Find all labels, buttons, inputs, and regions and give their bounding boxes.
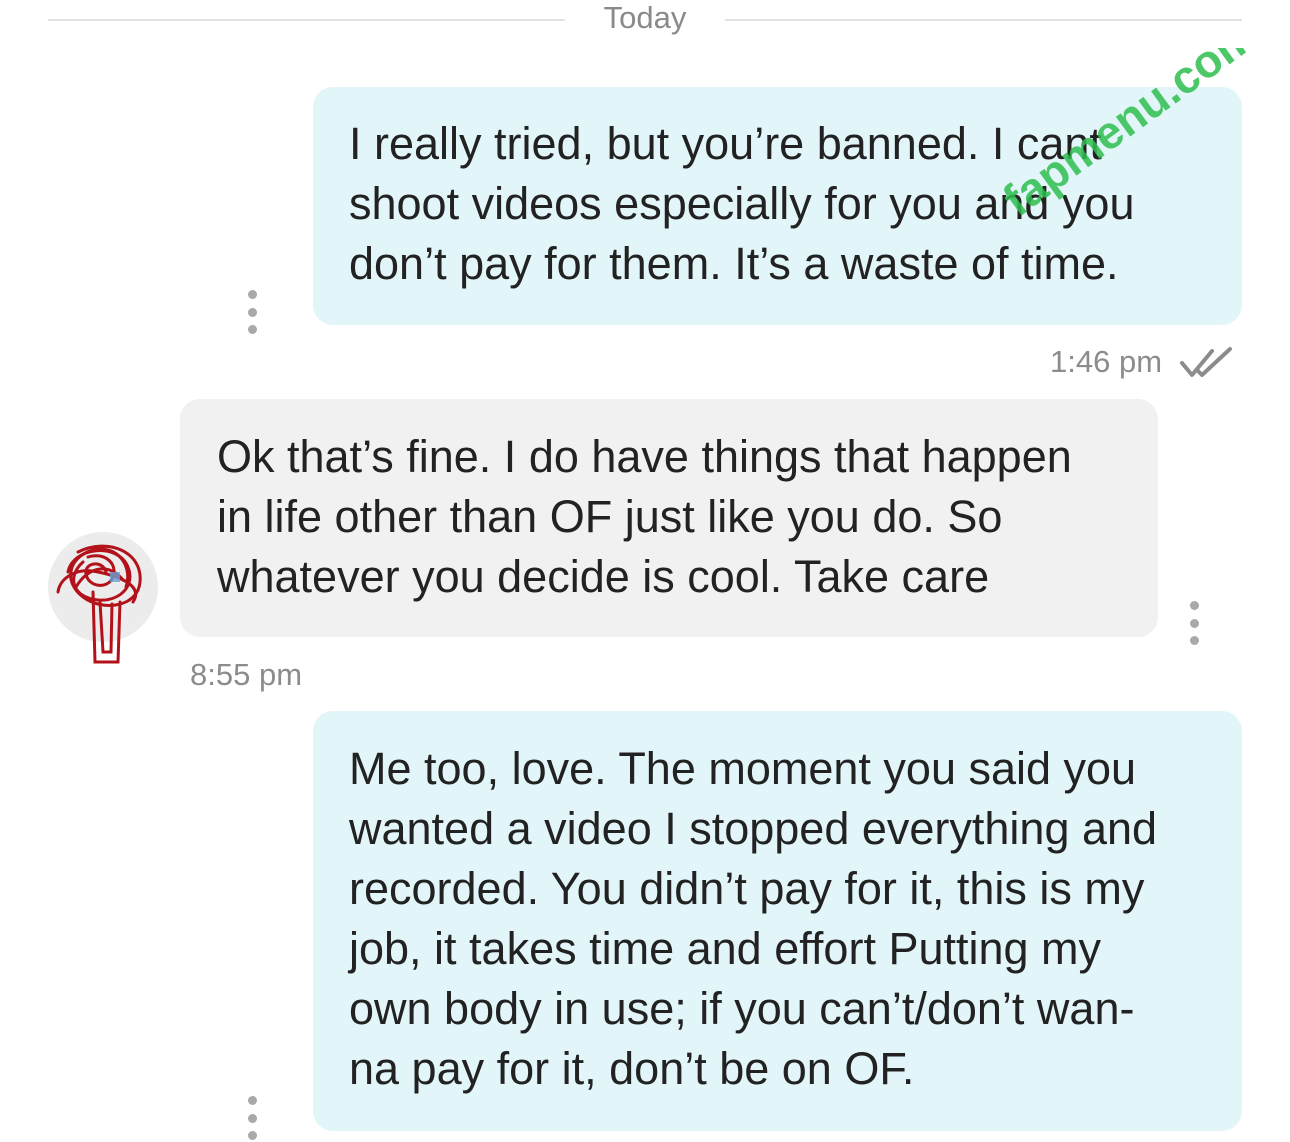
message-text-line: shoot videos especially for you and you [349,178,1135,229]
message-text-line: wanted a video I stopped everything and [349,803,1158,854]
outgoing-message-bubble[interactable]: Me too, love. The moment you said you wa… [313,711,1242,1131]
vertical-dots-icon [1189,601,1199,610]
dot [1189,636,1199,645]
message-text-line: in life other than OF just like you do. … [217,491,1003,542]
message-text-line: own body in use; if you can’t/don’t wan- [349,983,1135,1034]
date-divider-line-right [725,19,1242,21]
message-text-line: whatever you decide is cool. Take care [217,551,990,602]
dot [247,1131,257,1140]
message-timestamp: 8:55 pm [190,657,303,692]
message-options-button[interactable] [242,290,262,334]
outgoing-message-bubble[interactable]: I really tried, but you’re banned. I can… [313,87,1242,325]
vertical-dots-icon [247,290,257,299]
message-options-button[interactable] [1184,601,1204,645]
message-text-line: I really tried, but you’re banned. I can… [349,118,1102,169]
dot [247,325,257,334]
date-divider-label: Today [603,0,687,35]
message-text-line: job, it takes time and effort Putting my [349,923,1102,974]
dot [247,307,257,317]
incoming-message-bubble[interactable]: Ok that’s fine. I do have things that ha… [180,399,1158,637]
dot [247,1113,257,1123]
avatar-scribble-icon [56,544,142,664]
message-text-line: don’t pay for them. It’s a waste of time… [349,238,1119,289]
date-divider-line-left [48,19,565,21]
message-options-button[interactable] [242,1096,262,1140]
double-check-icon [1180,347,1232,377]
message-text-line: na pay for it, don’t be on OF. [349,1043,915,1094]
vertical-dots-icon [247,1096,257,1105]
message-text-line: Ok that’s fine. I do have things that ha… [217,431,1072,482]
message-timestamp: 1:46 pm [1050,344,1163,379]
dot [1189,618,1199,628]
message-text-line: recorded. You didn’t pay for it, this is… [349,863,1145,914]
avatar[interactable] [48,532,158,664]
message-text-line: Me too, love. The moment you said you [349,743,1137,794]
